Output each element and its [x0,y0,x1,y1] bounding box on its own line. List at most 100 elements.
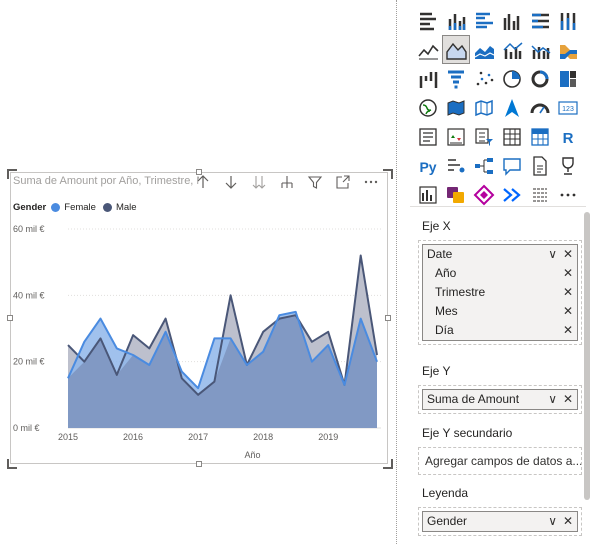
filled-map-icon[interactable] [442,93,470,122]
waterfall-icon[interactable] [414,64,442,93]
stacked-column-icon[interactable] [442,6,470,35]
card-icon[interactable]: 123 [554,93,582,122]
kpi-icon[interactable] [442,122,470,151]
gauge-icon[interactable] [526,93,554,122]
field-gender-label: Gender [427,514,468,528]
resize-handle-right[interactable] [385,315,391,321]
legend-field[interactable]: Gender ∨ ✕ [422,511,578,532]
chevron-down-icon[interactable]: ∨ [548,390,557,409]
chevron-down-icon[interactable]: ∨ [548,245,557,264]
field-quarter[interactable]: Trimestre ✕ [423,283,577,302]
legend-well[interactable]: Gender ∨ ✕ [418,507,582,536]
scatter-icon[interactable] [470,64,498,93]
secondary-y-well[interactable]: Agregar campos de datos a... [418,447,582,475]
key-influencers-icon-glyph [448,158,465,172]
waterfall-icon-glyph [419,71,438,88]
remove-field-icon[interactable]: ✕ [563,321,573,340]
r-visual-icon[interactable]: R [554,122,582,151]
shape-map-icon-glyph [475,99,493,116]
x-tick-label: 2017 [188,432,208,442]
multi-row-card-icon[interactable] [414,122,442,151]
resize-handle-bottom[interactable] [196,461,202,467]
field-year[interactable]: Año ✕ [423,264,577,283]
map-icon[interactable] [414,93,442,122]
remove-field-icon[interactable]: ✕ [563,264,573,283]
resize-corner-bottom-right[interactable] [383,459,393,469]
metrics-icon-glyph [533,187,547,202]
map-icon-glyph [419,98,437,117]
field-day-label: Día [435,323,454,337]
remove-field-icon[interactable]: ✕ [563,390,573,409]
shape-map-icon[interactable] [470,93,498,122]
azure-map-icon-glyph [505,98,519,117]
line-clustered-column-icon-glyph [503,41,523,59]
field-sum-amount[interactable]: Suma de Amount ∨ ✕ [423,390,577,409]
slicer-icon[interactable] [470,122,498,151]
clustered-column-icon[interactable] [498,6,526,35]
r-visual-icon-glyph: R [563,130,574,147]
area-chart-icon[interactable] [442,35,470,64]
qa-icon[interactable] [498,151,526,180]
key-influencers-icon[interactable] [442,151,470,180]
gauge-icon-glyph [530,103,550,113]
clustered-column-icon-glyph [503,13,520,30]
field-date-hierarchy[interactable]: Date ∨ ✕ [423,245,577,264]
y-axis-well[interactable]: Suma de Amount ∨ ✕ [418,385,582,414]
field-gender[interactable]: Gender ∨ ✕ [423,512,577,531]
python-visual-icon[interactable]: Py [414,151,442,180]
100-stacked-bar-icon[interactable] [526,6,554,35]
resize-corner-top-right[interactable] [383,169,393,179]
kpi-icon-glyph [447,127,465,146]
more-visuals-icon[interactable] [554,180,582,209]
remove-field-icon[interactable]: ✕ [563,302,573,321]
pane-scrollbar[interactable] [584,212,590,500]
azure-map-icon[interactable] [498,93,526,122]
table-icon[interactable] [498,122,526,151]
clustered-bar-icon[interactable] [470,6,498,35]
appsource-icon[interactable] [470,180,498,209]
resize-handle-top[interactable] [196,169,202,175]
smart-narrative-icon-glyph [503,187,521,202]
remove-field-icon[interactable]: ✕ [563,512,573,531]
line-chart-icon[interactable] [414,35,442,64]
smart-narrative-icon[interactable] [498,180,526,209]
visualizations-pane: 123 R Py Eje X Date ∨ ✕ Año ✕ Trimestre ✕ … [408,0,592,544]
ribbon-chart-icon[interactable] [554,35,582,64]
python-visual-icon-glyph: Py [419,159,436,175]
line-stacked-column-icon[interactable] [526,35,554,64]
area-chart-visual[interactable]: Suma de Amount por Año, Trimestre, Mes y… [10,172,388,464]
100-stacked-column-icon[interactable] [554,6,582,35]
resize-handle-left[interactable] [7,315,13,321]
donut-chart-icon-glyph [531,70,549,87]
pie-chart-icon[interactable] [498,64,526,93]
x-tick-label: 2019 [318,432,338,442]
decomposition-tree-icon[interactable] [470,151,498,180]
card-icon-glyph: 123 [558,100,578,115]
power-automate-icon[interactable] [442,180,470,209]
treemap-icon[interactable] [554,64,582,93]
matrix-icon[interactable] [526,122,554,151]
resize-corner-bottom-left[interactable] [7,459,17,469]
x-axis-well[interactable]: Date ∨ ✕ Año ✕ Trimestre ✕ Mes ✕ Día ✕ [418,240,582,345]
remove-field-icon[interactable]: ✕ [563,283,573,302]
field-month[interactable]: Mes ✕ [423,302,577,321]
line-clustered-column-icon[interactable] [498,35,526,64]
resize-corner-top-left[interactable] [7,169,17,179]
field-day[interactable]: Día ✕ [423,321,577,340]
power-apps-icon[interactable] [414,180,442,209]
x-axis-title: Año [244,450,260,460]
paginated-report-icon[interactable] [526,151,554,180]
metrics-icon[interactable] [526,180,554,209]
remove-field-icon[interactable]: ✕ [563,245,573,264]
y-axis-field[interactable]: Suma de Amount ∨ ✕ [422,389,578,410]
stacked-area-icon[interactable] [470,35,498,64]
add-data-fields-placeholder[interactable]: Agregar campos de datos a... [419,448,581,474]
stacked-bar-icon[interactable] [414,6,442,35]
donut-chart-icon[interactable] [526,64,554,93]
goals-icon[interactable] [554,151,582,180]
svg-text:R: R [563,130,574,147]
funnel-icon[interactable] [442,64,470,93]
x-axis-date-group[interactable]: Date ∨ ✕ Año ✕ Trimestre ✕ Mes ✕ Día ✕ [422,244,578,341]
chevron-down-icon[interactable]: ∨ [548,512,557,531]
treemap-icon-glyph [560,70,576,87]
